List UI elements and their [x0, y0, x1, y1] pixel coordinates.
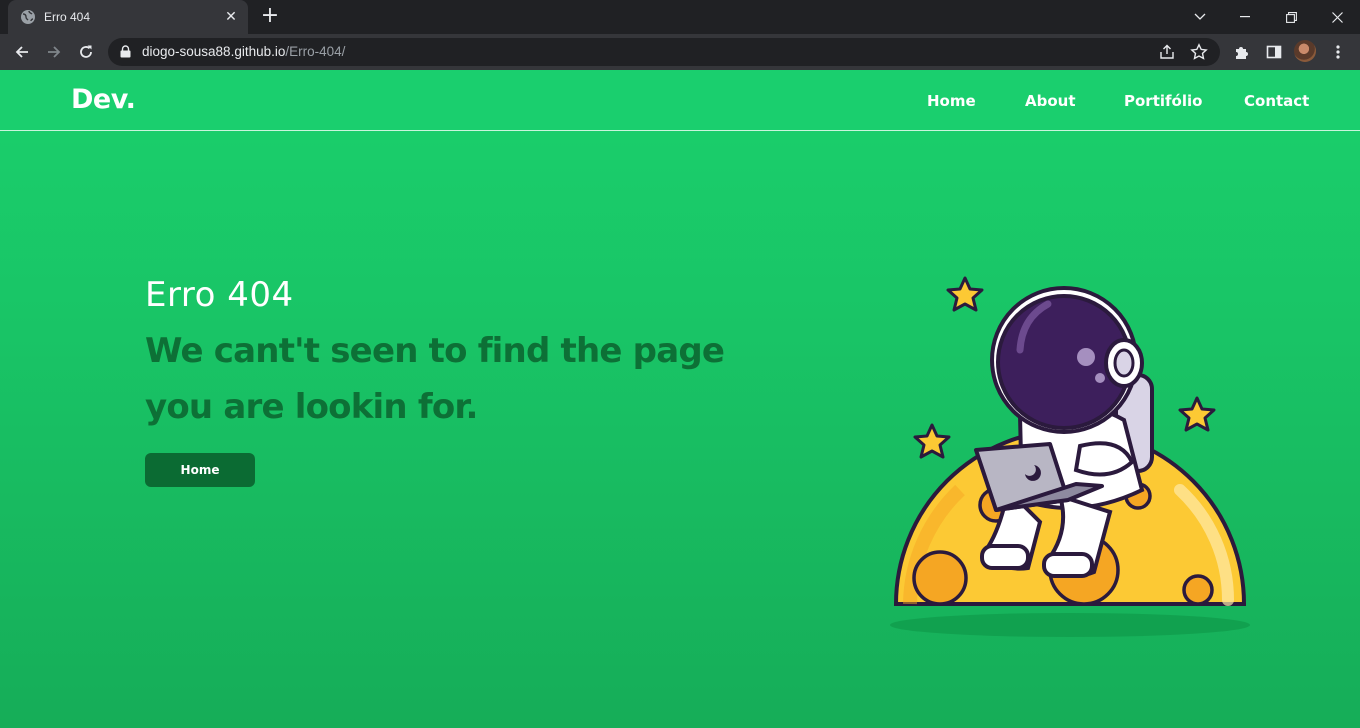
close-window-icon[interactable]	[1314, 0, 1360, 34]
globe-icon	[21, 10, 35, 24]
close-tab-icon[interactable]: ✕	[222, 8, 240, 26]
error-message: We cant't seen to find the page you are …	[145, 331, 725, 427]
nav-link-about[interactable]: About	[1025, 92, 1076, 110]
back-arrow-icon[interactable]	[8, 38, 36, 66]
browser-tab[interactable]: Erro 404 ✕	[8, 0, 248, 34]
moon-shadow	[890, 613, 1250, 637]
browser-tab-strip: Erro 404 ✕ +	[0, 0, 1360, 34]
error-title: Erro 404	[145, 275, 294, 315]
new-tab-icon[interactable]: +	[258, 5, 282, 29]
nav-link-portfolio[interactable]: Portifólio	[1124, 92, 1202, 110]
site-logo[interactable]: Dev.	[71, 84, 136, 115]
extensions-puzzle-icon[interactable]	[1228, 38, 1256, 66]
restore-icon[interactable]	[1268, 0, 1314, 34]
kebab-menu-icon[interactable]	[1324, 38, 1352, 66]
url-path: /Erro-404/	[285, 44, 346, 59]
share-icon[interactable]	[1158, 43, 1176, 61]
profile-avatar[interactable]	[1294, 40, 1316, 62]
address-bar[interactable]: diogo-sousa88.github.io/Erro-404/	[108, 38, 1220, 66]
nav-link-home[interactable]: Home	[927, 92, 976, 110]
forward-arrow-icon[interactable]	[40, 38, 68, 66]
page-content: Dev. Home About Portifólio Contact Erro …	[0, 70, 1360, 728]
astronaut-moon-illustration	[890, 276, 1250, 637]
tab-title: Erro 404	[44, 10, 91, 24]
browser-toolbar: diogo-sousa88.github.io/Erro-404/	[0, 34, 1360, 70]
nav-link-contact[interactable]: Contact	[1244, 92, 1309, 110]
home-button[interactable]: Home	[145, 453, 255, 487]
url-host: diogo-sousa88.github.io	[142, 44, 286, 59]
reload-icon[interactable]	[72, 38, 100, 66]
url-text: diogo-sousa88.github.io/Erro-404/	[142, 44, 345, 59]
side-panel-icon[interactable]	[1260, 38, 1288, 66]
minimize-icon[interactable]	[1222, 0, 1268, 34]
bookmark-star-icon[interactable]	[1190, 43, 1208, 61]
lock-icon	[120, 45, 131, 58]
site-header: Dev. Home About Portifólio Contact	[0, 70, 1360, 131]
tab-search-icon[interactable]	[1177, 0, 1223, 34]
